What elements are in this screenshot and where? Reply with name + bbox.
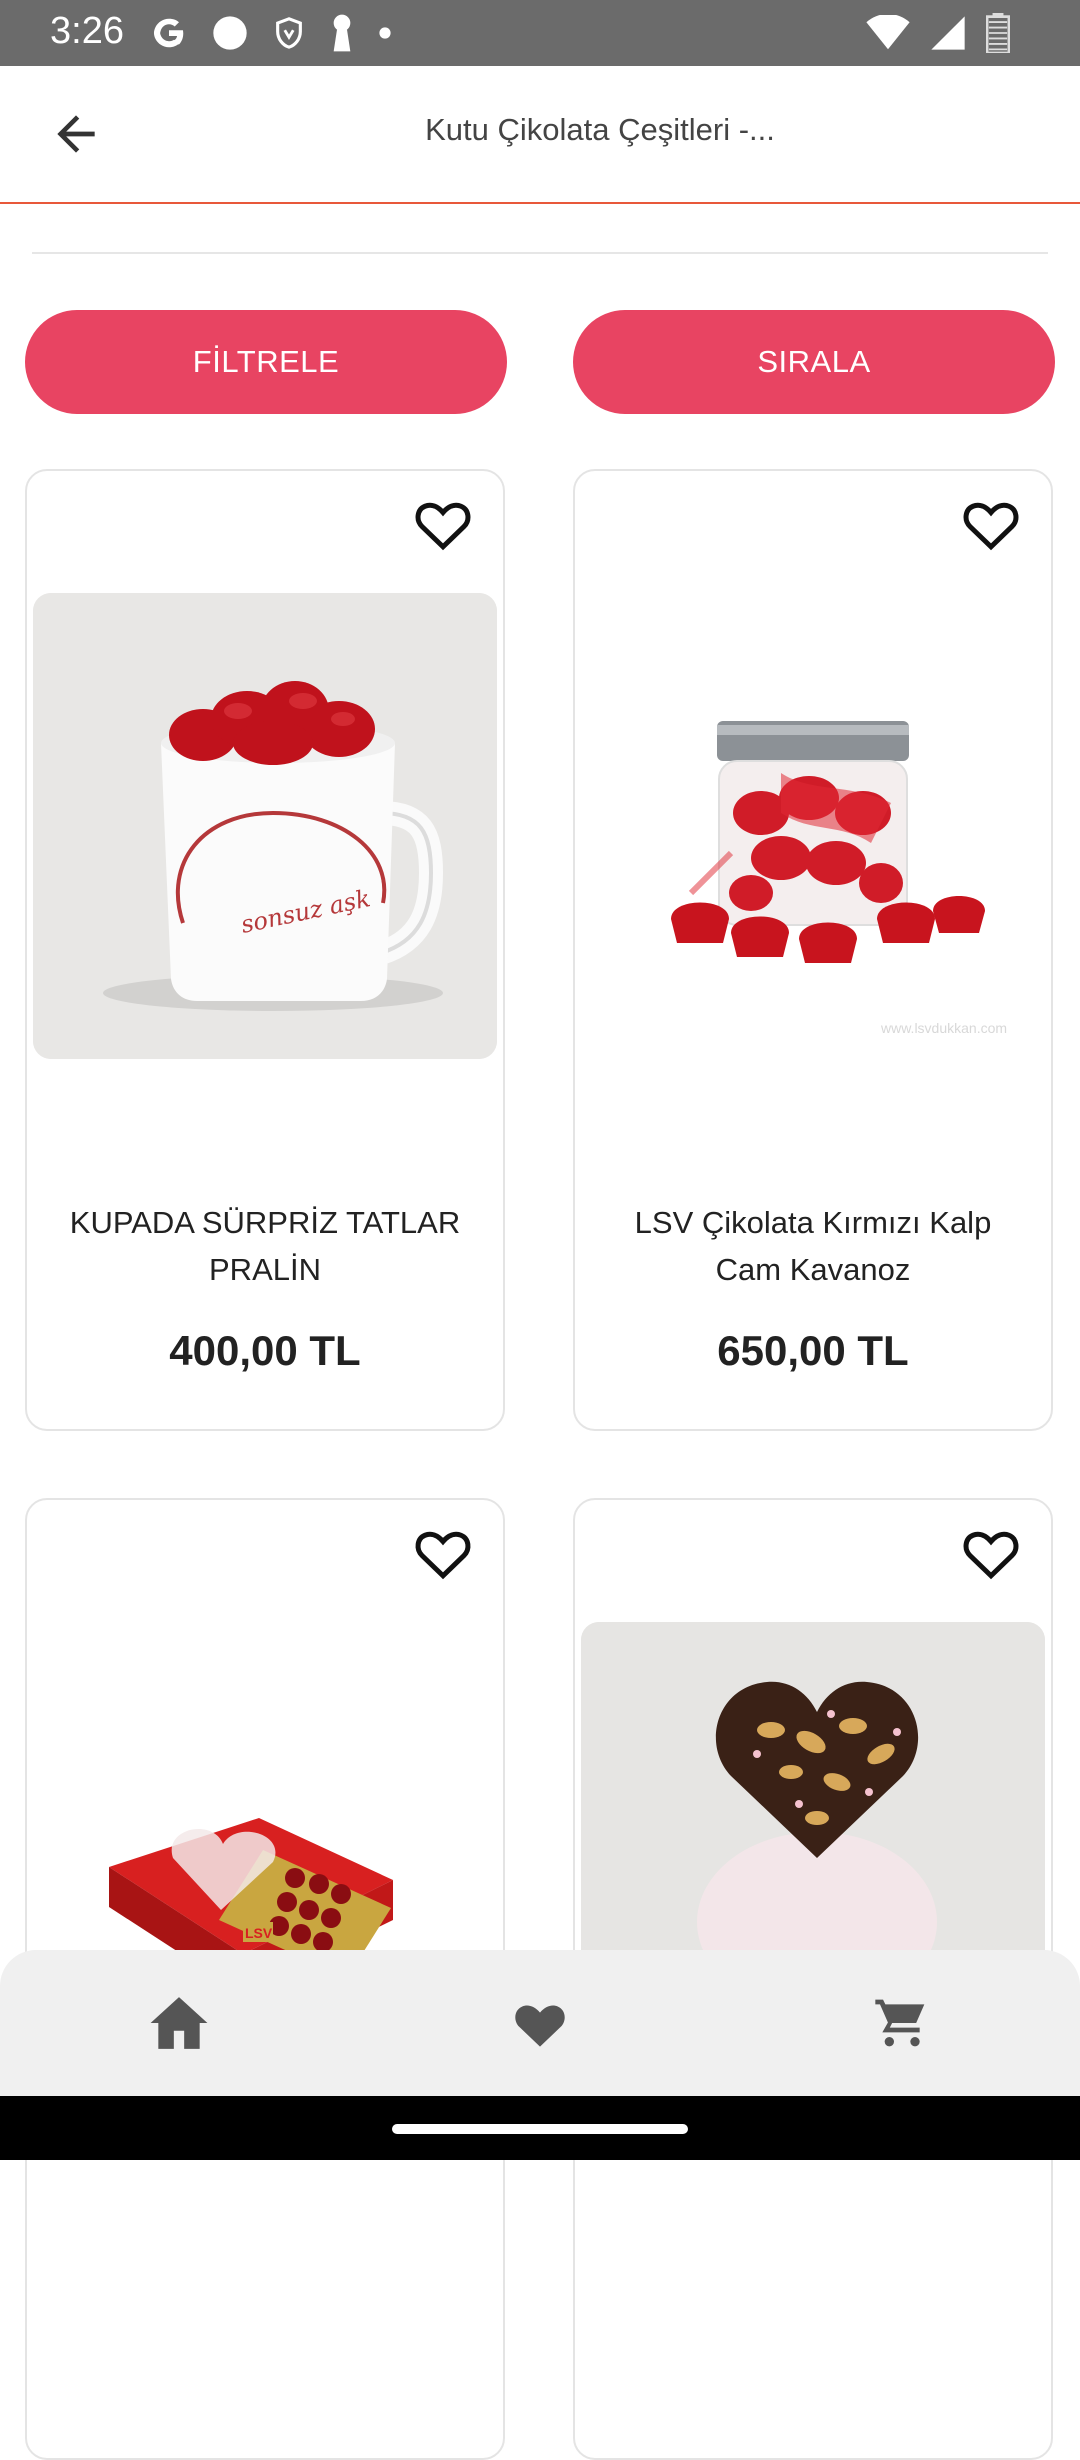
page-title: Kutu Çikolata Çeşitleri -... <box>425 112 775 147</box>
bottom-nav <box>0 1950 1080 2096</box>
status-icons-right <box>866 10 1010 56</box>
sort-button[interactable]: SIRALA <box>573 310 1055 414</box>
svg-text:www.lsvdukkan.com: www.lsvdukkan.com <box>880 1020 1007 1036</box>
signal-icon <box>931 16 965 50</box>
shield-icon <box>276 17 302 49</box>
nav-home[interactable] <box>144 1988 214 2058</box>
favorite-heart-icon[interactable] <box>413 1524 473 1580</box>
product-price: 650,00 TL <box>717 1327 909 1374</box>
app-bar: Kutu Çikolata Çeşitleri -... <box>0 66 1080 204</box>
product-name[interactable]: KUPADA SÜRPRİZ TATLAR PRALİN <box>57 1199 473 1293</box>
status-time: 3:26 <box>50 10 124 52</box>
favorite-heart-icon[interactable] <box>961 495 1021 551</box>
wifi-icon <box>866 15 910 50</box>
product-card[interactable]: sonsuz aşk KUPADA SÜRPRİZ TATLAR PRALİN … <box>25 469 505 1431</box>
filter-button[interactable]: FİLTRELE <box>25 310 507 414</box>
circle-icon <box>213 16 247 50</box>
status-bar: 3:26 <box>0 0 1080 66</box>
battery-icon <box>986 13 1010 53</box>
favorite-heart-icon[interactable] <box>413 495 473 551</box>
svg-text:LSV: LSV <box>245 1925 273 1941</box>
favorites-icon <box>515 2005 565 2047</box>
product-card[interactable]: www.lsvdukkan.com LSV Çikolata Kırmızı K… <box>573 469 1053 1431</box>
nav-cart[interactable] <box>866 1988 936 2058</box>
status-icons-left <box>150 10 392 56</box>
dot-icon <box>379 27 391 39</box>
cart-icon <box>875 1999 925 2047</box>
mug-with-red-chocolates-image: sonsuz aşk <box>33 593 497 1059</box>
jar-with-red-heart-chocolates-image: www.lsvdukkan.com <box>581 593 1045 1059</box>
arrow-left-icon <box>57 115 95 153</box>
product-name[interactable]: LSV Çikolata Kırmızı Kalp Cam Kavanoz <box>605 1199 1021 1293</box>
favorite-heart-icon[interactable] <box>961 1524 1021 1580</box>
divider <box>32 252 1048 254</box>
home-icon <box>150 1997 208 2049</box>
product-image[interactable]: www.lsvdukkan.com <box>581 593 1045 1059</box>
nav-favorites[interactable] <box>505 1988 575 2058</box>
google-icon <box>153 18 184 48</box>
keyhole-icon <box>333 14 351 52</box>
home-gesture-handle[interactable] <box>392 2124 688 2134</box>
back-button[interactable] <box>38 96 114 172</box>
product-price: 400,00 TL <box>169 1327 361 1374</box>
product-image[interactable]: sonsuz aşk <box>33 593 497 1059</box>
